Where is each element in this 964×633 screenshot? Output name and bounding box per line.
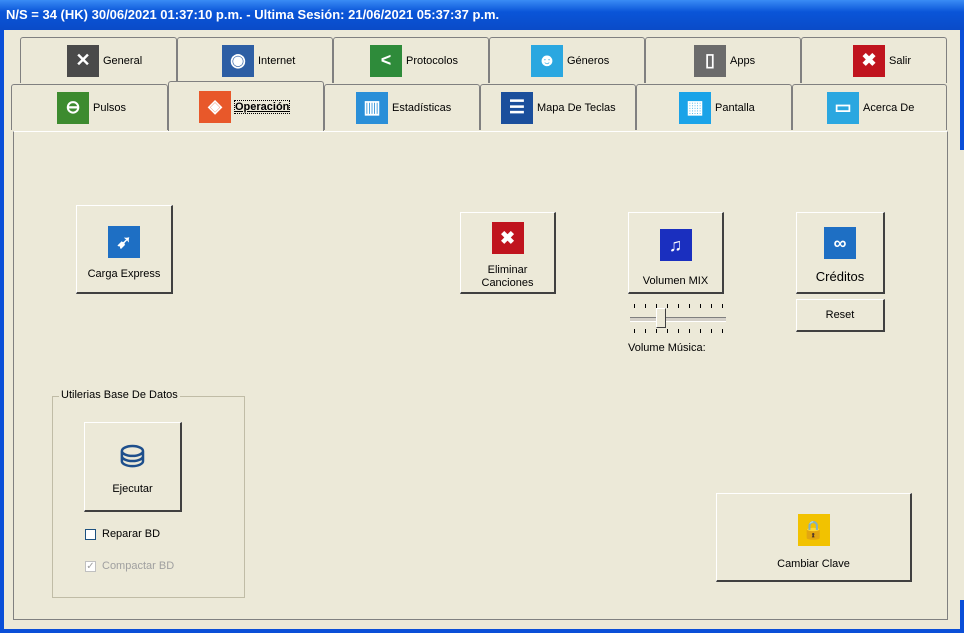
slider-tick [689,304,690,308]
tab-acerca-de-label: Acerca De [863,101,915,114]
slider-tick [645,304,646,308]
slider-tick [645,329,646,333]
grid-icon: ▦ [679,91,711,124]
tab-internet-label: Internet [258,54,296,67]
compactar-bd-box: ✓ [85,560,96,572]
slider-tick [656,329,657,333]
reparar-bd-checkbox[interactable]: Reparar BD [85,528,160,540]
tab-mapa-de-teclas[interactable]: ☰ Mapa De Teclas [480,84,636,130]
tab-general-label: General [103,54,143,67]
volume-slider[interactable] [630,302,726,338]
slider-tick [722,329,723,333]
phone-icon: ▯ [694,44,726,77]
slider-tick [700,304,701,308]
slider-tick [711,329,712,333]
carga-express-button[interactable]: ➹ Carga Express [76,205,173,294]
keymap-icon: ☰ [501,91,533,124]
eliminar-label-line2: Canciones [481,277,534,289]
tab-pulsos-label: Pulsos [93,101,127,114]
tab-acerca-de[interactable]: ▭ Acerca De [792,84,947,130]
tab-pantalla-label: Pantalla [715,101,755,114]
volumen-mix-label: Volumen MIX [642,275,709,287]
database-group-title: Utilerias Base De Datos [59,389,180,401]
creditos-button[interactable]: ∞ Créditos [796,212,885,294]
slider-tick [700,329,701,333]
eliminar-canciones-button[interactable]: ✖ Eliminar Canciones [460,212,556,294]
tab-general[interactable]: ✕ General [20,37,177,83]
slider-tick [711,304,712,308]
ejecutar-label: Ejecutar [112,483,153,495]
tab-salir[interactable]: ✖ Salir [801,37,947,83]
slider-tick [689,329,690,333]
tab-pantalla[interactable]: ▦ Pantalla [636,84,792,130]
globe-icon: ◉ [222,44,254,77]
slider-track [630,317,726,322]
tab-generos-label: Géneros [567,54,610,67]
share-icon: < [370,44,402,77]
ejecutar-button[interactable]: ⛁ Ejecutar [84,422,182,512]
tab-generos[interactable]: ☻ Géneros [489,37,645,83]
eliminar-label-line1: Eliminar [487,264,528,276]
compactar-bd-label: Compactar BD [102,560,175,572]
volumen-mix-button[interactable]: ♫ Volumen MIX [628,212,724,294]
lock-icon: 🔒 [797,514,830,546]
compactar-bd-checkbox: ✓ Compactar BD [85,560,174,572]
database-icon: ⛁ [119,440,146,474]
exit-icon: ✖ [853,44,885,77]
slider-tick [667,329,668,333]
users-icon: ☻ [531,44,563,77]
carga-express-label: Carga Express [87,268,161,280]
reparar-bd-label: Reparar BD [102,528,161,540]
tab-apps-label: Apps [730,54,756,67]
tab-pulsos[interactable]: ⊖ Pulsos [11,84,168,130]
tab-operacion[interactable]: ◈ Operación [168,81,324,131]
tab-protocolos-label: Protocolos [406,54,458,67]
database-utilities-group: Utilerias Base De Datos ⛁ Ejecutar Repar… [52,389,245,598]
slider-tick [667,304,668,308]
operation-icon: ◈ [199,90,231,123]
tab-apps[interactable]: ▯ Apps [645,37,801,83]
slider-tick [634,329,635,333]
reset-label: Reset [825,309,855,321]
pulse-icon: ⊖ [57,91,89,124]
slider-tick [722,304,723,308]
slider-tick [678,304,679,308]
infinity-icon: ∞ [824,227,856,259]
delete-songs-icon: ✖ [491,222,524,254]
reparar-bd-box[interactable] [85,528,96,540]
tools-icon: ✕ [67,44,99,77]
app-window: N/S = 34 (HK) 30/06/2021 01:37:10 p.m. -… [0,0,964,633]
tab-protocolos[interactable]: < Protocolos [333,37,489,83]
volume-musica-label: Volume Música: [628,342,706,354]
chart-icon: ▥ [356,91,388,124]
usb-plug-icon: ➹ [108,226,140,258]
slider-thumb[interactable] [656,308,666,328]
tab-estadisticas[interactable]: ▥ Estadísticas [324,84,480,130]
creditos-label: Créditos [815,269,865,284]
client-area: ✕ General ◉ Internet < Protocolos ☻ Géne… [4,30,964,629]
cambiar-clave-label: Cambiar Clave [777,558,850,570]
tab-operacion-label: Operación [233,99,291,114]
slider-tick [678,329,679,333]
tab-salir-label: Salir [889,54,912,67]
cambiar-clave-button[interactable]: 🔒 Cambiar Clave [716,493,912,582]
tab-internet[interactable]: ◉ Internet [177,37,333,83]
headphones-icon: ♫ [659,229,692,261]
reset-button[interactable]: Reset [796,299,885,332]
slider-tick [634,304,635,308]
title-bar[interactable]: N/S = 34 (HK) 30/06/2021 01:37:10 p.m. -… [0,0,964,30]
about-icon: ▭ [827,91,859,124]
tab-estadisticas-label: Estadísticas [392,101,452,114]
operacion-panel: ➹ Carga Express ✖ Eliminar Canciones ♫ V… [13,131,948,620]
tab-mapa-de-teclas-label: Mapa De Teclas [537,101,616,114]
panel-right-edge [948,150,964,600]
